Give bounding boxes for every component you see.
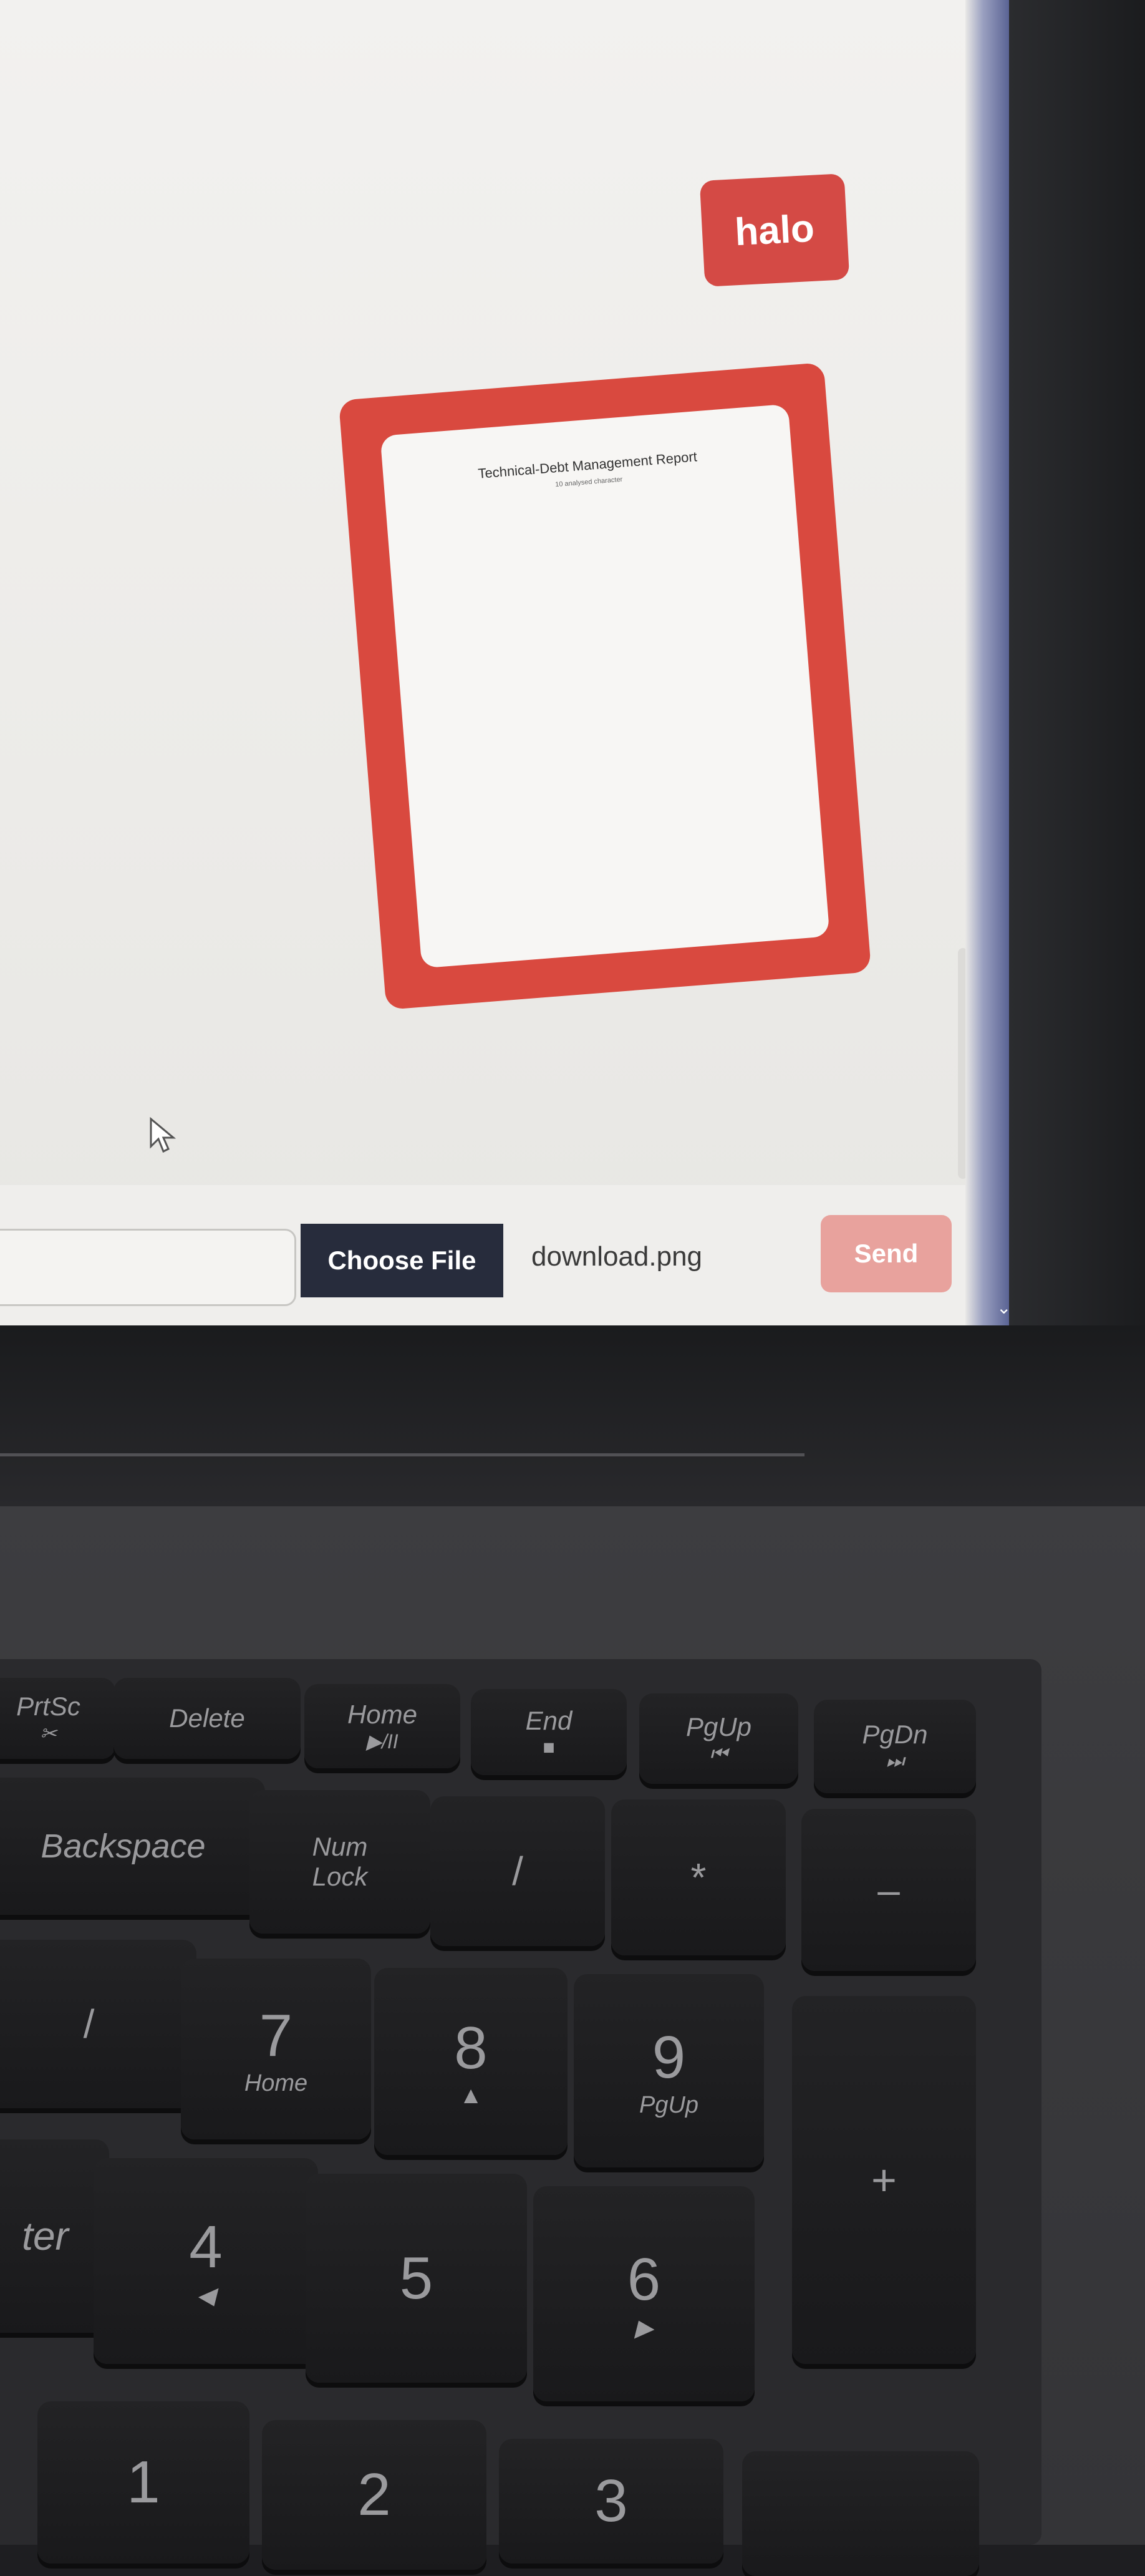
key-slash[interactable]: / [430,1796,605,1946]
key-label: End [525,1705,572,1735]
message-input[interactable] [0,1229,296,1306]
chevron-down-icon[interactable]: ⌄ [997,1297,1011,1318]
key-label: 3 [594,2467,628,2534]
key-sublabel: ◀ [196,2282,215,2309]
key-asterisk[interactable]: * [611,1799,786,1955]
send-button[interactable]: Send [821,1215,952,1292]
key-slash-left[interactable]: / [0,1940,196,2108]
key-sublabel: ▶/II [366,1730,399,1753]
key-numpad-6[interactable]: 6 ▶ [533,2186,755,2401]
key-pgdn[interactable]: PgDn ⏭ [814,1700,976,1793]
chat-message-text: halo [733,206,816,254]
key-numpad-enter[interactable] [742,2451,979,2576]
chat-message-bubble: halo [699,173,850,287]
key-label: 9 [652,2023,686,2091]
key-numpad-plus[interactable]: + [792,1996,976,2364]
chat-messages-area: halo Technical-Debt Management Report 10… [0,0,968,1185]
attached-image-preview[interactable]: Technical-Debt Management Report 10 anal… [380,404,830,969]
key-label: 5 [399,2244,433,2312]
key-numpad-9[interactable]: 9 PgUp [574,1974,764,2167]
key-label: Num [312,1832,368,1861]
selected-file-name: download.png [531,1241,703,1272]
key-sublabel: Home [244,2070,308,2096]
key-numpad-4[interactable]: 4 ◀ [94,2158,318,2364]
key-label: / [512,1849,523,1894]
key-label: PrtSc [16,1692,80,1721]
key-minus[interactable]: – [801,1809,976,1971]
key-home[interactable]: Home ▶/II [304,1684,460,1768]
key-numpad-1[interactable]: 1 [37,2401,249,2564]
key-end[interactable]: End ■ [471,1689,627,1775]
key-label: + [871,2156,897,2204]
key-numpad-2[interactable]: 2 [262,2420,486,2570]
hinge-divider [0,1453,804,1456]
key-sublabel: PgUp [639,2091,699,2118]
key-sublabel: ✂ [40,1722,57,1745]
key-label: 7 [259,2002,293,2069]
key-sublabel: ▶ [634,2315,654,2341]
key-label: ter [22,2214,69,2259]
key-label: 2 [357,2461,391,2528]
key-sublabel: ▲ [459,2082,483,2109]
key-numpad-5[interactable]: 5 [306,2174,527,2383]
key-label: Delete [169,1703,245,1733]
screen-bezel [1009,0,1145,1484]
key-label: 6 [627,2246,661,2313]
key-label: PgUp [685,1712,752,1741]
mouse-cursor-icon [150,1116,176,1153]
key-label: 4 [189,2213,223,2280]
key-sublabel: ■ [543,1735,555,1758]
key-sublabel: ⏮ [710,1741,728,1765]
key-label: * [690,1855,707,1900]
choose-file-button[interactable]: Choose File [301,1224,503,1297]
key-label: 8 [454,2014,488,2081]
key-label: Backspace [41,1828,206,1865]
key-pgup[interactable]: PgUp ⏮ [639,1693,798,1784]
laptop-screen: halo Technical-Debt Management Report 10… [0,0,990,1325]
key-label: 1 [127,2449,160,2515]
key-label: / [83,2002,95,2046]
key-label: – [877,1867,900,1912]
image-message-bubble[interactable]: Technical-Debt Management Report 10 anal… [338,362,872,1010]
screen-edge [965,0,1009,1325]
key-label: Home [347,1699,418,1729]
key-numpad-3[interactable]: 3 [499,2439,723,2564]
laptop-hinge [0,1325,1145,1506]
key-prtsc[interactable]: PrtSc ✂ [0,1678,115,1759]
key-sublabel: Lock [312,1862,368,1891]
key-label: PgDn [862,1720,928,1749]
key-enter[interactable]: ter [0,2139,109,2333]
key-numpad-8[interactable]: 8 ▲ [374,1968,568,2155]
key-sublabel: ⏭ [886,1750,904,1772]
key-num-lock[interactable]: Num Lock [249,1790,430,1934]
key-delete[interactable]: Delete [114,1678,301,1759]
key-backspace[interactable]: Backspace [0,1778,265,1915]
key-numpad-7[interactable]: 7 Home [181,1959,371,2139]
